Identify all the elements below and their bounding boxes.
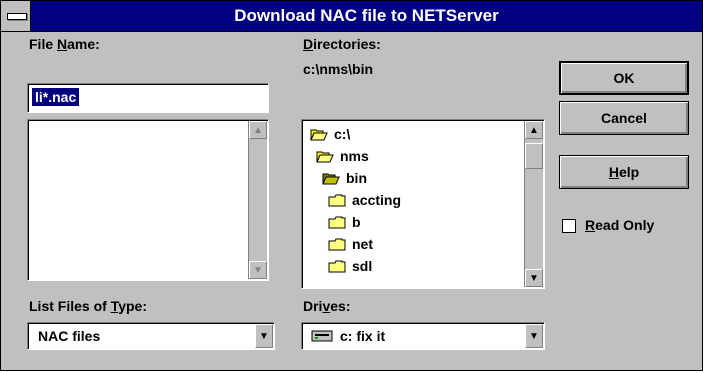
file-name-input[interactable]: li*.nac (27, 83, 269, 113)
help-button[interactable]: Help (559, 155, 689, 189)
scroll-up-arrow-icon[interactable]: ▲ (249, 121, 267, 139)
read-only-label: Read Only (585, 217, 655, 233)
drives-label: Drives: (303, 298, 351, 314)
file-type-value: NAC files (38, 328, 101, 344)
title-bar: Download NAC file to NETServer (1, 1, 702, 32)
ok-button[interactable]: OK (559, 61, 689, 95)
file-name-label: File Name: (29, 36, 100, 52)
system-menu-button[interactable] (1, 1, 31, 31)
cancel-button[interactable]: Cancel (559, 101, 689, 135)
read-only-checkbox[interactable] (562, 219, 576, 233)
open-folder-icon (322, 173, 340, 184)
directory-item[interactable]: nms (316, 145, 369, 167)
directories-label: Directories: (303, 36, 381, 52)
scroll-up-arrow-icon[interactable]: ▲ (525, 121, 543, 139)
scroll-down-arrow-icon[interactable]: ▼ (525, 269, 543, 287)
drive-select[interactable]: c: fix it ▼ (301, 322, 545, 350)
scroll-thumb[interactable] (525, 143, 543, 169)
directory-item[interactable]: sdl (328, 255, 372, 277)
drive-icon (311, 330, 333, 342)
folder-icon (328, 216, 346, 228)
file-list-scrollbar[interactable]: ▲ ▼ (248, 121, 267, 279)
directory-scrollbar[interactable]: ▲ ▼ (524, 121, 543, 287)
scroll-down-arrow-icon[interactable]: ▼ (249, 261, 267, 279)
download-nac-dialog: Download NAC file to NETServer File Name… (0, 0, 703, 371)
system-menu-icon (7, 13, 27, 20)
file-name-value: li*.nac (32, 88, 80, 106)
directory-item-selected[interactable]: bin (322, 167, 367, 189)
directory-list[interactable]: c:\ nms bin accting b net sdl ▲ ▼ (301, 119, 545, 289)
folder-icon (328, 238, 346, 250)
directory-item[interactable]: net (328, 233, 373, 255)
current-path: c:\nms\bin (303, 61, 374, 77)
drive-value: c: fix it (340, 328, 386, 344)
file-type-select[interactable]: NAC files ▼ (27, 322, 275, 350)
directory-item[interactable]: accting (328, 189, 401, 211)
open-folder-icon (316, 151, 334, 162)
folder-icon (328, 194, 346, 206)
directory-item[interactable]: c:\ (310, 123, 350, 145)
file-list[interactable]: ▲ ▼ (27, 119, 269, 281)
dropdown-arrow-icon[interactable]: ▼ (255, 324, 273, 348)
dropdown-arrow-icon[interactable]: ▼ (525, 324, 543, 348)
open-folder-icon (310, 129, 328, 140)
directory-item[interactable]: b (328, 211, 361, 233)
list-files-type-label: List Files of Type: (29, 298, 147, 314)
folder-icon (328, 260, 346, 272)
window-title: Download NAC file to NETServer (234, 6, 499, 25)
